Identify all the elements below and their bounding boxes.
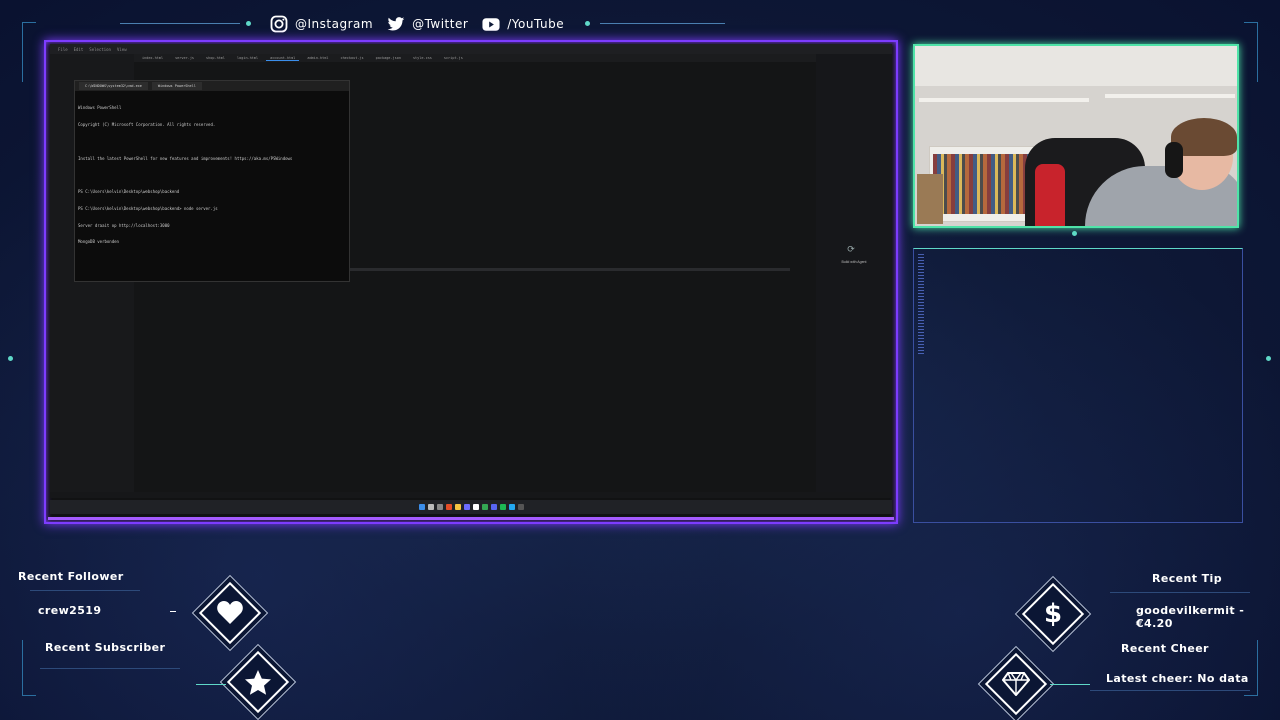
vscode-icon[interactable] <box>508 504 515 510</box>
spotify-icon[interactable] <box>499 504 506 510</box>
editor-tab[interactable]: account.html <box>266 56 300 61</box>
taskview-icon[interactable] <box>436 504 443 510</box>
deco-dot-5 <box>1266 356 1271 361</box>
cam-box <box>917 174 943 224</box>
subscriber-underline <box>40 668 180 669</box>
menu-view[interactable]: View <box>117 47 127 52</box>
vscode-activity-bar[interactable] <box>50 54 60 492</box>
twitter-handle: @Twitter <box>412 17 469 31</box>
store-icon[interactable] <box>463 504 470 510</box>
social-bar: @Instagram @Twitter /YouTube <box>270 10 564 38</box>
terminal-tab[interactable]: C:\WINDOWS\system32\cmd.exe <box>79 82 148 90</box>
cheer-underline <box>1090 690 1250 691</box>
twitter-bird-icon <box>387 15 405 33</box>
start-icon[interactable] <box>418 504 425 510</box>
terminal-output: Windows PowerShell Copyright (C) Microso… <box>75 91 349 259</box>
deco-dot-4 <box>8 356 13 361</box>
top-deco-line-left <box>120 23 240 24</box>
instagram-icon <box>270 15 288 33</box>
cam-chair-accent <box>1035 164 1065 226</box>
vscode-editor-tabs: index.html server.js shop.html login.htm… <box>134 54 816 62</box>
browser-icon[interactable] <box>445 504 452 510</box>
bottom-left-frame <box>22 640 36 696</box>
editor-tab[interactable]: admin.html <box>303 56 332 60</box>
chat-agent-icon: ⟳ <box>847 244 855 254</box>
recent-follower-value: crew2519 <box>38 604 102 617</box>
right-teal-bracket <box>1050 684 1090 685</box>
cam-shelf <box>1105 94 1235 98</box>
editor-tab[interactable]: server.js <box>171 56 198 60</box>
vscode-status-bar <box>50 492 892 498</box>
right-side-frame <box>1244 22 1258 82</box>
chat-label: Build with Agent <box>841 260 867 264</box>
youtube-play-icon <box>482 15 500 33</box>
deco-dot-3 <box>1072 231 1077 236</box>
recent-cheer-value: Latest cheer: No data <box>1106 672 1249 685</box>
diamond-gem-icon <box>994 662 1038 706</box>
terminal-line: Windows PowerShell <box>78 105 122 111</box>
menu-file[interactable]: File <box>58 47 68 52</box>
editor-tab[interactable]: checkout.js <box>336 56 367 60</box>
tip-underline <box>1110 592 1250 593</box>
cam-ceiling <box>915 46 1237 86</box>
powershell-window[interactable]: C:\WINDOWS\system32\cmd.exe Windows Powe… <box>74 80 350 282</box>
star-icon <box>236 660 280 704</box>
terminal-tabs: C:\WINDOWS\system32\cmd.exe Windows Powe… <box>75 81 349 91</box>
editor-tab[interactable]: style.css <box>409 56 436 60</box>
youtube-handle: /YouTube <box>507 17 565 31</box>
terminal-line: Copyright (C) Microsoft Corporation. All… <box>78 121 216 127</box>
terminal-line: PS C:\Users\kelvin\Desktop\webshop\backe… <box>78 189 180 195</box>
menu-selection[interactable]: Selection <box>89 47 111 52</box>
folder-icon[interactable] <box>454 504 461 510</box>
social-youtube[interactable]: /YouTube <box>482 15 564 33</box>
search-icon[interactable] <box>427 504 434 510</box>
heart-icon <box>208 591 252 635</box>
top-deco-line-right <box>600 23 725 24</box>
chrome-icon[interactable] <box>481 504 488 510</box>
editor-tab[interactable]: index.html <box>138 56 167 60</box>
terminal-line: Install the latest PowerShell for new fe… <box>78 155 293 161</box>
terminal-tab[interactable]: Windows PowerShell <box>151 82 202 90</box>
editor-tab[interactable]: login.html <box>233 56 262 60</box>
recent-tip-label: Recent Tip <box>1152 572 1222 585</box>
cam-books <box>933 154 1033 214</box>
cam-headphones <box>1165 142 1183 178</box>
vscode-chat-panel[interactable]: ⟳ Build with Agent <box>816 54 892 492</box>
screen-capture: File Edit Selection View index.html serv… <box>44 40 898 524</box>
discord-icon[interactable] <box>490 504 497 510</box>
editor-tab[interactable]: package.json <box>372 56 405 60</box>
menu-edit[interactable]: Edit <box>74 47 84 52</box>
webcam-feed <box>913 44 1239 228</box>
left-side-frame <box>22 22 36 82</box>
panel-stripe-deco <box>918 254 924 354</box>
recent-tip-value: goodevilkermit - €4.20 <box>1136 604 1245 630</box>
deco-dot-2 <box>585 21 590 26</box>
dollar-icon: $ <box>1043 599 1063 629</box>
chat-overlay-panel <box>913 248 1243 523</box>
left-bottom-bracket <box>170 611 176 612</box>
deco-dot-1 <box>246 21 251 26</box>
terminal-icon[interactable] <box>517 504 524 510</box>
bottom-right-frame <box>1244 640 1258 696</box>
windows-taskbar <box>50 500 892 514</box>
left-teal-bracket <box>196 684 226 685</box>
terminal-line: PS C:\Users\kelvin\Desktop\webshop\backe… <box>78 205 218 211</box>
terminal-line: MongoDB verbonden <box>78 239 119 245</box>
editor-tab[interactable]: script.js <box>440 56 467 60</box>
follower-underline <box>30 590 140 591</box>
recent-follower-label: Recent Follower <box>18 570 124 583</box>
recent-subscriber-label: Recent Subscriber <box>45 641 166 654</box>
app-icon[interactable] <box>472 504 479 510</box>
vscode-titlebar: File Edit Selection View <box>50 44 892 54</box>
social-instagram[interactable]: @Instagram <box>270 15 373 33</box>
editor-scroll-indicator[interactable] <box>346 268 790 271</box>
terminal-line: Server draait op http://localhost:3000 <box>78 222 170 228</box>
cam-shelf <box>919 98 1089 102</box>
recent-cheer-label: Recent Cheer <box>1121 642 1209 655</box>
social-twitter[interactable]: @Twitter <box>387 15 468 33</box>
instagram-handle: @Instagram <box>295 17 374 31</box>
editor-tab[interactable]: shop.html <box>202 56 229 60</box>
